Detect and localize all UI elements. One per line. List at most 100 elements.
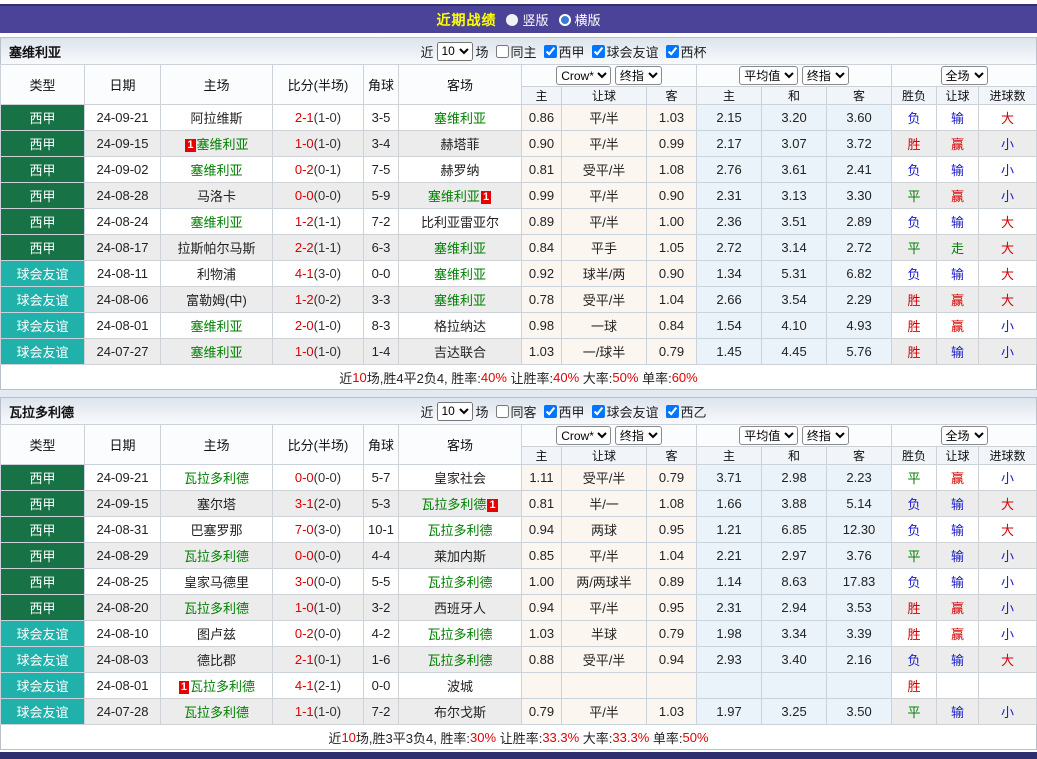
score-cell[interactable]: 4-1(2-1): [273, 673, 364, 699]
team-name[interactable]: 瓦拉多利德: [427, 653, 492, 668]
home-team-cell[interactable]: 塞尔塔: [161, 491, 273, 517]
away-team-cell[interactable]: 比利亚雷亚尔: [399, 209, 522, 235]
away-team-cell[interactable]: 塞维利亚: [399, 235, 522, 261]
score-cell[interactable]: 7-0(3-0): [273, 517, 364, 543]
team-name[interactable]: 塞维利亚: [190, 215, 242, 230]
away-team-cell[interactable]: 莱加内斯: [399, 543, 522, 569]
team-name[interactable]: 塞维利亚: [190, 345, 242, 360]
filter-checkbox-0[interactable]: 同主: [491, 42, 536, 61]
team-name[interactable]: 塞维利亚: [197, 137, 249, 152]
layout-option-vertical[interactable]: 竖版: [506, 10, 548, 29]
team-name[interactable]: 马洛卡: [197, 189, 236, 204]
final-odds-select-2[interactable]: 终指: [802, 426, 849, 445]
filter-checkbox-2[interactable]: 球会友谊: [588, 42, 659, 61]
team-name[interactable]: 塞维利亚: [434, 267, 486, 282]
away-team-cell[interactable]: 西班牙人: [399, 595, 522, 621]
home-team-cell[interactable]: 图卢兹: [161, 621, 273, 647]
home-team-cell[interactable]: 瓦拉多利德: [161, 699, 273, 725]
score-cell[interactable]: 3-1(2-0): [273, 491, 364, 517]
team-name[interactable]: 塞维利亚: [428, 189, 480, 204]
team-name[interactable]: 赫罗纳: [440, 163, 479, 178]
team-name[interactable]: 比利亚雷亚尔: [421, 215, 499, 230]
home-team-cell[interactable]: 马洛卡: [161, 183, 273, 209]
checkbox-input[interactable]: [666, 405, 679, 418]
team-name[interactable]: 波城: [447, 679, 473, 694]
average-select[interactable]: 平均值: [739, 66, 798, 85]
home-team-cell[interactable]: 阿拉维斯: [161, 105, 273, 131]
team-name[interactable]: 瓦拉多利德: [184, 549, 249, 564]
away-team-cell[interactable]: 塞维利亚: [399, 261, 522, 287]
final-odds-select-1[interactable]: 终指: [615, 66, 662, 85]
away-team-cell[interactable]: 赫罗纳: [399, 157, 522, 183]
team-name[interactable]: 莱加内斯: [434, 549, 486, 564]
score-cell[interactable]: 1-1(1-0): [273, 699, 364, 725]
score-cell[interactable]: 2-1(0-1): [273, 647, 364, 673]
odds-source-select[interactable]: Crow*: [556, 66, 611, 85]
team-name[interactable]: 瓦拉多利德: [184, 471, 249, 486]
team-name[interactable]: 塞尔塔: [197, 497, 236, 512]
team-name[interactable]: 瓦拉多利德: [421, 497, 486, 512]
filter-checkbox-2[interactable]: 球会友谊: [588, 402, 659, 421]
full-match-select[interactable]: 全场: [941, 66, 988, 85]
score-cell[interactable]: 0-2(0-0): [273, 621, 364, 647]
score-cell[interactable]: 4-1(3-0): [273, 261, 364, 287]
filter-checkbox-1[interactable]: 西甲: [540, 402, 585, 421]
score-cell[interactable]: 1-0(1-0): [273, 595, 364, 621]
team-name[interactable]: 西班牙人: [434, 601, 486, 616]
score-cell[interactable]: 0-2(0-1): [273, 157, 364, 183]
home-team-cell[interactable]: 利物浦: [161, 261, 273, 287]
team-name[interactable]: 塞维利亚: [434, 293, 486, 308]
average-select[interactable]: 平均值: [739, 426, 798, 445]
home-team-cell[interactable]: 1塞维利亚: [161, 131, 273, 157]
score-cell[interactable]: 1-2(1-1): [273, 209, 364, 235]
home-team-cell[interactable]: 拉斯帕尔马斯: [161, 235, 273, 261]
final-odds-select-2[interactable]: 终指: [802, 66, 849, 85]
filter-checkbox-3[interactable]: 西杯: [662, 42, 707, 61]
team-name[interactable]: 瓦拉多利德: [184, 601, 249, 616]
score-cell[interactable]: 2-1(1-0): [273, 105, 364, 131]
away-team-cell[interactable]: 塞维利亚: [399, 105, 522, 131]
away-team-cell[interactable]: 瓦拉多利德: [399, 647, 522, 673]
recent-count-select[interactable]: 10: [436, 402, 472, 421]
team-name[interactable]: 皇家马德里: [184, 575, 249, 590]
away-team-cell[interactable]: 皇家社会: [399, 465, 522, 491]
home-team-cell[interactable]: 瓦拉多利德: [161, 465, 273, 491]
team-name[interactable]: 图卢兹: [197, 627, 236, 642]
away-team-cell[interactable]: 瓦拉多利德: [399, 569, 522, 595]
checkbox-input[interactable]: [592, 45, 605, 58]
filter-checkbox-3[interactable]: 西乙: [662, 402, 707, 421]
home-team-cell[interactable]: 巴塞罗那: [161, 517, 273, 543]
team-name[interactable]: 瓦拉多利德: [427, 575, 492, 590]
final-odds-select-1[interactable]: 终指: [615, 426, 662, 445]
away-team-cell[interactable]: 塞维利亚: [399, 287, 522, 313]
score-cell[interactable]: 2-0(1-0): [273, 313, 364, 339]
away-team-cell[interactable]: 布尔戈斯: [399, 699, 522, 725]
team-name[interactable]: 塞维利亚: [190, 319, 242, 334]
team-name[interactable]: 德比郡: [197, 653, 236, 668]
home-team-cell[interactable]: 瓦拉多利德: [161, 543, 273, 569]
score-cell[interactable]: 0-0(0-0): [273, 183, 364, 209]
team-name[interactable]: 塞维利亚: [434, 241, 486, 256]
away-team-cell[interactable]: 塞维利亚1: [399, 183, 522, 209]
filter-checkbox-0[interactable]: 同客: [491, 402, 536, 421]
team-name[interactable]: 格拉纳达: [434, 319, 486, 334]
team-name[interactable]: 瓦拉多利德: [427, 627, 492, 642]
team-name[interactable]: 阿拉维斯: [190, 111, 242, 126]
home-team-cell[interactable]: 塞维利亚: [161, 157, 273, 183]
checkbox-input[interactable]: [666, 45, 679, 58]
layout-option-horizontal[interactable]: 横版: [559, 10, 601, 29]
team-name[interactable]: 塞维利亚: [434, 111, 486, 126]
team-name[interactable]: 瓦拉多利德: [190, 679, 255, 694]
away-team-cell[interactable]: 赫塔菲: [399, 131, 522, 157]
score-cell[interactable]: 2-2(1-1): [273, 235, 364, 261]
score-cell[interactable]: 1-0(1-0): [273, 131, 364, 157]
home-team-cell[interactable]: 塞维利亚: [161, 209, 273, 235]
team-name[interactable]: 富勒姆(中): [186, 293, 247, 308]
team-name[interactable]: 瓦拉多利德: [184, 705, 249, 720]
score-cell[interactable]: 3-0(0-0): [273, 569, 364, 595]
score-cell[interactable]: 1-2(0-2): [273, 287, 364, 313]
full-match-select[interactable]: 全场: [941, 426, 988, 445]
odds-source-select[interactable]: Crow*: [556, 426, 611, 445]
team-name[interactable]: 皇家社会: [434, 471, 486, 486]
home-team-cell[interactable]: 1瓦拉多利德: [161, 673, 273, 699]
